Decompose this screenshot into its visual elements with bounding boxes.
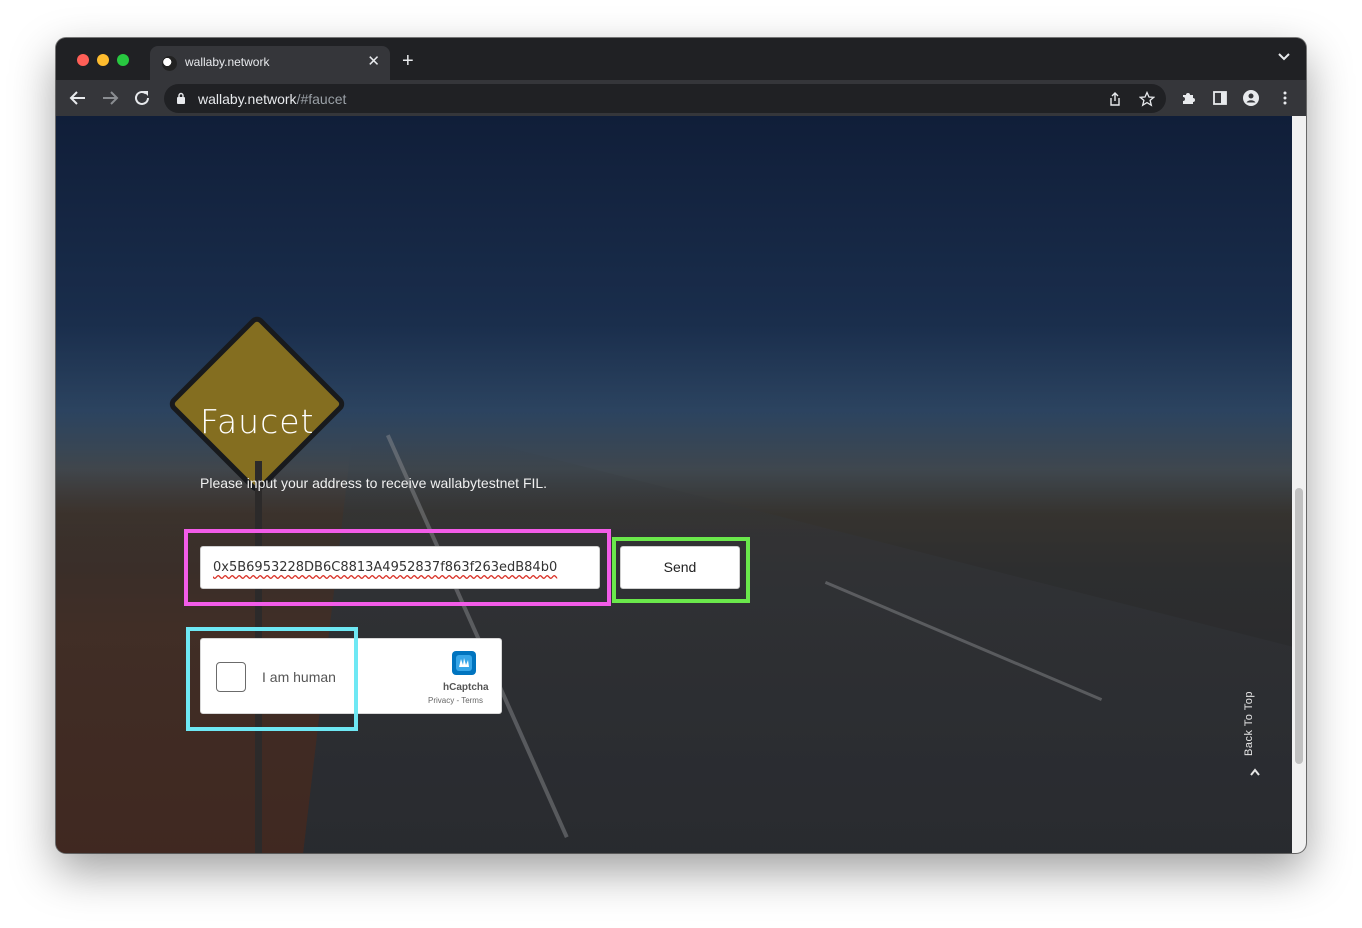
side-panel-icon[interactable] <box>1212 90 1228 106</box>
url-path: /#faucet <box>296 91 347 107</box>
active-tab[interactable]: wallaby.network ✕ <box>150 46 390 80</box>
send-highlight-box <box>612 537 750 603</box>
tab-close-icon[interactable]: ✕ <box>367 53 380 71</box>
zoom-window-button[interactable] <box>117 54 129 66</box>
star-icon[interactable] <box>1139 91 1155 107</box>
page-title: Faucet <box>200 402 315 441</box>
scrollbar-thumb[interactable] <box>1295 488 1303 764</box>
hcaptcha-brand: hCaptcha <box>443 682 489 693</box>
close-window-button[interactable] <box>77 54 89 66</box>
tab-title: wallaby.network <box>185 55 270 69</box>
hcaptcha-logo-icon <box>452 651 476 675</box>
profile-icon[interactable] <box>1243 90 1259 106</box>
page-viewport: Faucet Please input your address to rece… <box>56 116 1306 853</box>
tab-strip: wallaby.network ✕ + <box>56 38 1306 80</box>
new-tab-icon[interactable]: + <box>402 51 414 71</box>
chevron-up-icon[interactable] <box>1248 766 1262 778</box>
reload-icon[interactable] <box>133 89 151 107</box>
forward-icon[interactable] <box>101 89 119 107</box>
favicon-icon <box>162 56 177 71</box>
hcaptcha-links[interactable]: Privacy - Terms <box>428 696 483 705</box>
lock-icon[interactable] <box>176 92 186 105</box>
captcha-highlight-box <box>186 627 358 731</box>
share-icon[interactable] <box>1107 91 1123 107</box>
page-description: Please input your address to receive wal… <box>200 475 548 491</box>
back-icon[interactable] <box>69 89 87 107</box>
minimize-window-button[interactable] <box>97 54 109 66</box>
input-highlight-box <box>184 529 611 606</box>
toolbar: wallaby.network/#faucet <box>56 80 1306 116</box>
browser-window: wallaby.network ✕ + wallaby.network/#fau… <box>56 38 1306 853</box>
tab-search-chevron-icon[interactable] <box>1278 52 1290 62</box>
url-text: wallaby.network/#faucet <box>198 91 346 107</box>
menu-icon[interactable] <box>1277 90 1293 106</box>
address-bar[interactable]: wallaby.network/#faucet <box>164 84 1166 113</box>
extensions-icon[interactable] <box>1180 90 1196 106</box>
back-to-top-link[interactable]: Back To Top <box>1243 636 1259 756</box>
url-host: wallaby.network <box>198 91 297 107</box>
